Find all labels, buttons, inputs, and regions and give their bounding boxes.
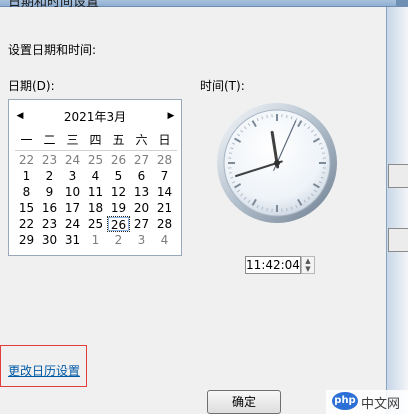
clock-minute-tick xyxy=(228,172,233,174)
clock-minute-tick xyxy=(286,114,288,119)
calendar-month-title[interactable]: 2021年3月 xyxy=(9,108,181,125)
clock-center-pin xyxy=(274,160,280,166)
calendar-header: ◀ 2021年3月 ▶ xyxy=(9,107,181,125)
set-date-time-heading: 设置日期和时间: xyxy=(8,43,97,57)
calendar-day[interactable]: 2 xyxy=(38,168,61,184)
time-spinner[interactable]: ▲ ▼ xyxy=(301,256,315,274)
calendar-day[interactable]: 8 xyxy=(15,184,38,200)
selected-calendar-day[interactable]: 26 xyxy=(107,216,130,232)
calendar-day[interactable]: 24 xyxy=(61,152,84,168)
calendar-day[interactable]: 11 xyxy=(84,184,107,200)
calendar-day[interactable]: 17 xyxy=(61,200,84,216)
chevron-up-icon[interactable]: ▲ xyxy=(302,257,314,265)
weekday-sunday: 日 xyxy=(158,133,171,147)
calendar-day[interactable]: 22 xyxy=(15,152,38,168)
calendar-day[interactable]: 21 xyxy=(153,200,176,216)
calendar-control[interactable]: ◀ 2021年3月 ▶ 一 二 三 四 五 六 日 22 23 24 25 26… xyxy=(8,99,182,256)
calendar-day[interactable]: 26 xyxy=(107,152,130,168)
calendar-day[interactable]: 2 xyxy=(107,232,130,248)
watermark-text: 中文网 xyxy=(361,397,401,412)
background-tab-upper xyxy=(388,164,408,188)
calendar-day[interactable]: 5 xyxy=(107,168,130,184)
analog-clock-face xyxy=(217,103,337,223)
date-label: 日期(D): xyxy=(8,79,55,93)
php-logo-icon: php xyxy=(332,392,358,410)
clock-minute-tick xyxy=(266,207,268,212)
calendar-day[interactable]: 6 xyxy=(130,168,153,184)
calendar-day[interactable]: 19 xyxy=(107,200,130,216)
calendar-day[interactable]: 25 xyxy=(84,216,107,232)
calendar-day[interactable]: 25 xyxy=(84,152,107,168)
clock-minute-tick xyxy=(266,114,268,119)
calendar-days-grid: 22 23 24 25 26 27 28 1 2 3 4 5 6 7 8 9 1… xyxy=(15,152,177,248)
clock-minute-tick xyxy=(286,207,288,212)
calendar-day[interactable]: 20 xyxy=(130,200,153,216)
calendar-day[interactable]: 29 xyxy=(15,232,38,248)
calendar-day[interactable]: 18 xyxy=(84,200,107,216)
calendar-day[interactable]: 28 xyxy=(153,216,176,232)
next-month-icon[interactable]: ▶ xyxy=(165,109,177,123)
window-title-bar: 日期和时间设置 xyxy=(0,0,396,10)
weekday-tuesday: 二 xyxy=(43,133,56,147)
calendar-day[interactable]: 15 xyxy=(15,200,38,216)
calendar-day[interactable]: 1 xyxy=(15,168,38,184)
calendar-day[interactable]: 22 xyxy=(15,216,38,232)
weekday-header-row: 一 二 三 四 五 六 日 xyxy=(15,132,177,148)
calendar-day[interactable]: 12 xyxy=(107,184,130,200)
calendar-day[interactable]: 24 xyxy=(61,216,84,232)
calendar-day[interactable]: 4 xyxy=(84,168,107,184)
calendar-day[interactable]: 3 xyxy=(61,168,84,184)
calendar-day[interactable]: 3 xyxy=(130,232,153,248)
clock-minute-tick xyxy=(228,152,233,154)
background-tab-lower xyxy=(388,228,408,252)
time-input[interactable]: 11:42:04 xyxy=(245,256,301,274)
calendar-day[interactable]: 7 xyxy=(153,168,176,184)
calendar-day[interactable]: 1 xyxy=(84,232,107,248)
calendar-day[interactable]: 13 xyxy=(130,184,153,200)
calendar-day[interactable]: 14 xyxy=(153,184,176,200)
analog-clock xyxy=(215,101,339,225)
calendar-day[interactable]: 31 xyxy=(61,232,84,248)
calendar-day[interactable]: 23 xyxy=(38,152,61,168)
change-calendar-settings-link[interactable]: 更改日历设置 xyxy=(8,362,80,379)
weekday-saturday: 六 xyxy=(135,133,148,147)
calendar-day[interactable]: 30 xyxy=(38,232,61,248)
calendar-day[interactable]: 23 xyxy=(38,216,61,232)
calendar-day[interactable]: 16 xyxy=(38,200,61,216)
weekday-divider xyxy=(15,150,177,151)
time-label: 时间(T): xyxy=(200,79,245,93)
calendar-day[interactable]: 27 xyxy=(130,216,153,232)
clock-minute-tick xyxy=(321,172,326,174)
date-time-settings-dialog: 设置日期和时间: 日期(D): 时间(T): ◀ 2021年3月 ▶ 一 二 三… xyxy=(0,7,387,414)
weekday-friday: 五 xyxy=(112,133,125,147)
ok-button[interactable]: 确定 xyxy=(207,390,281,414)
calendar-day[interactable]: 27 xyxy=(130,152,153,168)
weekday-monday: 一 xyxy=(20,133,33,147)
chevron-down-icon[interactable]: ▼ xyxy=(302,265,314,273)
calendar-day[interactable]: 9 xyxy=(38,184,61,200)
calendar-day[interactable]: 4 xyxy=(153,232,176,248)
background-window-edge xyxy=(387,7,408,414)
weekday-wednesday: 三 xyxy=(66,133,79,147)
site-watermark: php 中文网 xyxy=(326,390,408,414)
calendar-day[interactable]: 10 xyxy=(61,184,84,200)
clock-minute-tick xyxy=(321,152,326,154)
weekday-thursday: 四 xyxy=(89,133,102,147)
calendar-day[interactable]: 28 xyxy=(153,152,176,168)
